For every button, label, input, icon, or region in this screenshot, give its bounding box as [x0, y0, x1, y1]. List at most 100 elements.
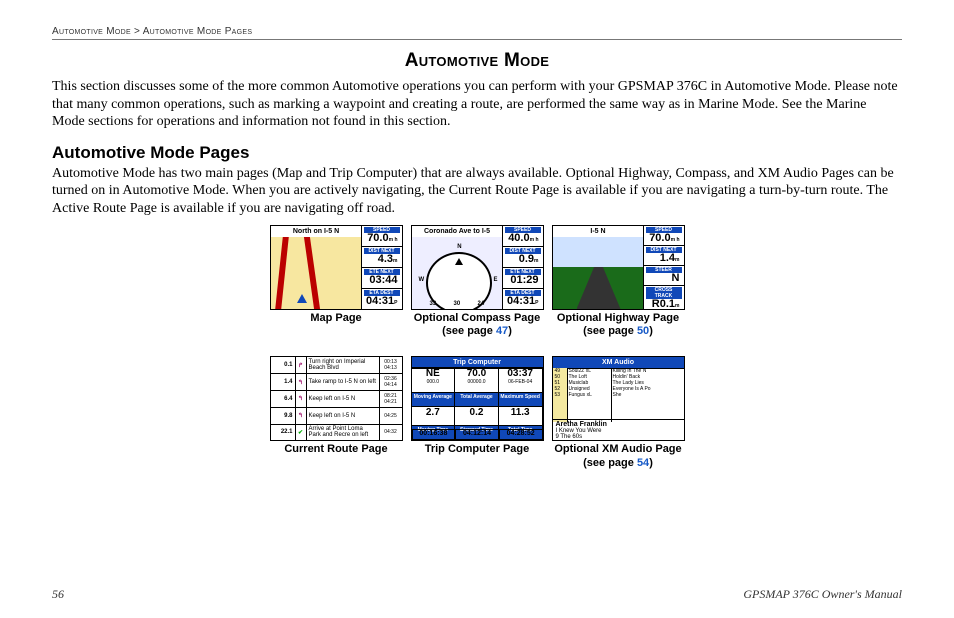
page-footer: 56 GPSMAP 376C Owner's Manual [52, 587, 902, 602]
thumb-highway: I-5 N 300 NW 330 345 N 015 030 SPEED70.0… [552, 225, 685, 310]
value: R0.1 [652, 298, 675, 310]
breadcrumb: Automotive Mode > Automotive Mode Pages [52, 26, 902, 40]
sub: 00000.0 [455, 379, 498, 385]
caption-text: ) [508, 325, 512, 337]
value: 70.0 [455, 369, 498, 379]
unit: m [675, 303, 679, 309]
value: 0.9 [519, 253, 534, 265]
caption-map: Map Page [270, 312, 403, 325]
highway-sky [553, 237, 644, 267]
route-rows: 0.1↱Turn right on Imperial Beach Blvd00:… [271, 357, 402, 440]
breadcrumb-sep: > [134, 26, 140, 37]
section-heading: Automotive Mode Pages [52, 143, 902, 163]
tick: 33 [430, 301, 437, 307]
thumbnails-row-2: 0.1↱Turn right on Imperial Beach Blvd 00:… [52, 356, 902, 469]
value: 03:37 [499, 369, 542, 379]
dist: 9.8 [271, 408, 296, 424]
value: 04:31 [366, 295, 394, 307]
time: 04:13 [384, 365, 397, 371]
time: 04:25 [384, 413, 397, 419]
thumb-compass: Coronado Ave to I-5 N W E 33 24 30 SPEED… [411, 225, 544, 310]
thumb-route: 0.1↱Turn right on Imperial Beach Blvd00:… [270, 356, 403, 441]
label: Total Average [454, 392, 499, 408]
time: 04:21 [384, 399, 397, 405]
value: 01:29 [510, 274, 538, 286]
thumb-trip: Trip Computer NE000.0 70.000000.0 03:370… [411, 356, 544, 441]
tick: 24 [478, 301, 485, 307]
card-route-page: 0.1↱Turn right on Imperial Beach Blvd00:… [270, 356, 403, 469]
value: 4.3 [378, 253, 393, 265]
instruction: Keep left on I-5 N [307, 408, 379, 424]
map-data-strip: SPEED70.0m h DIST NEXT4.3m ETE NEXT03:44… [361, 226, 402, 309]
value: 04:28:52 [499, 429, 543, 440]
thumb-xm: XM Audio 49 50 51 52 53 Soul2Z xL The Lo… [552, 356, 685, 441]
breadcrumb-section: Automotive Mode [52, 26, 131, 37]
tick: 30 [454, 301, 461, 307]
sub: 000.0 [412, 379, 455, 385]
thumb-map: North on I-5 N SPEED70.0m h DIST NEXT4.3… [270, 225, 403, 310]
instruction: Turn right on Imperial Beach Blvd [307, 357, 379, 373]
name: Fungus xL [567, 392, 611, 398]
value: 11.3 [511, 407, 530, 418]
xm-songs: Killing In The N Holdin' Back The Lady L… [611, 368, 684, 422]
value: 04:12:14 [455, 429, 499, 440]
value: 00:16:38 [412, 429, 456, 440]
tick: N [457, 244, 461, 250]
dist: 1.4 [271, 374, 296, 390]
caption-text: Optional Highway Page (see page [557, 312, 679, 337]
caption-text: ) [649, 457, 653, 469]
value: 0.2 [470, 407, 484, 418]
value: 2.7 [426, 407, 440, 418]
dist: 0.1 [271, 357, 296, 373]
turn-icon: ↰ [296, 408, 307, 424]
card-trip-page: Trip Computer NE000.0 70.000000.0 03:370… [411, 356, 544, 469]
compass-bg: N W E 33 24 30 [412, 237, 503, 309]
turn-icon: ↱ [296, 357, 307, 373]
caption-trip: Trip Computer Page [411, 443, 544, 456]
time: 04:32 [384, 429, 397, 435]
instruction: Keep left on I-5 N [307, 391, 379, 407]
card-xm-page: XM Audio 49 50 51 52 53 Soul2Z xL The Lo… [552, 356, 685, 469]
manual-title: GPSMAP 376C Owner's Manual [743, 587, 902, 602]
caption-text: Optional XM Audio Page (see page [554, 443, 681, 468]
unit: P [535, 300, 538, 306]
card-highway-page: I-5 N 300 NW 330 345 N 015 030 SPEED70.0… [552, 225, 685, 338]
label: Maximum Speed [498, 392, 543, 408]
map-road [275, 237, 289, 309]
tick: W [419, 277, 425, 283]
breadcrumb-page: Automotive Mode Pages [143, 26, 253, 37]
page-ref-link[interactable]: 47 [496, 325, 508, 337]
xm-channel-nums: 49 50 51 52 53 [553, 368, 568, 422]
value: NE [412, 369, 455, 379]
value: 70.0 [649, 232, 670, 244]
page-ref-link[interactable]: 50 [637, 325, 649, 337]
unit: m h [671, 237, 680, 243]
highway-data-strip: SPEED70.0m h DIST NEXT1.4m STEERN CROSS … [643, 226, 684, 309]
unit: m h [389, 237, 398, 243]
value: 70.0 [367, 232, 388, 244]
page-number: 56 [52, 587, 64, 602]
thumbnails-row-1: North on I-5 N SPEED70.0m h DIST NEXT4.3… [52, 225, 902, 338]
xm-now-playing: Aretha Franklin I Knew You Were 9 The 60… [553, 419, 684, 440]
value: 04:31 [507, 295, 535, 307]
manual-page: Automotive Mode > Automotive Mode Pages … [0, 0, 954, 618]
sub: 06-FEB-04 [499, 379, 542, 385]
instruction: Arrive at Point Loma Park and Recre on l… [307, 425, 379, 441]
time: 04:14 [384, 382, 397, 388]
tick: E [493, 277, 497, 283]
caption-route: Current Route Page [270, 443, 403, 456]
page-title: Automotive Mode [52, 50, 902, 72]
caption-text: Optional Compass Page (see page [414, 312, 541, 337]
section-paragraph: Automotive Mode has two main pages (Map … [52, 165, 902, 218]
unit: m [393, 258, 397, 264]
card-map-page: North on I-5 N SPEED70.0m h DIST NEXT4.3… [270, 225, 403, 338]
instruction: Take ramp to I-5 N on left [307, 374, 379, 390]
ch: 53 [553, 392, 567, 398]
value: 40.0 [508, 232, 529, 244]
intro-paragraph: This section discusses some of the more … [52, 78, 902, 131]
value: 1.4 [660, 252, 675, 264]
caption-text: ) [649, 325, 653, 337]
vehicle-icon [297, 294, 307, 303]
xm-channel-names: Soul2Z xL The Loft Musiclab Unsigned Fun… [567, 368, 612, 422]
page-ref-link[interactable]: 54 [637, 457, 649, 469]
